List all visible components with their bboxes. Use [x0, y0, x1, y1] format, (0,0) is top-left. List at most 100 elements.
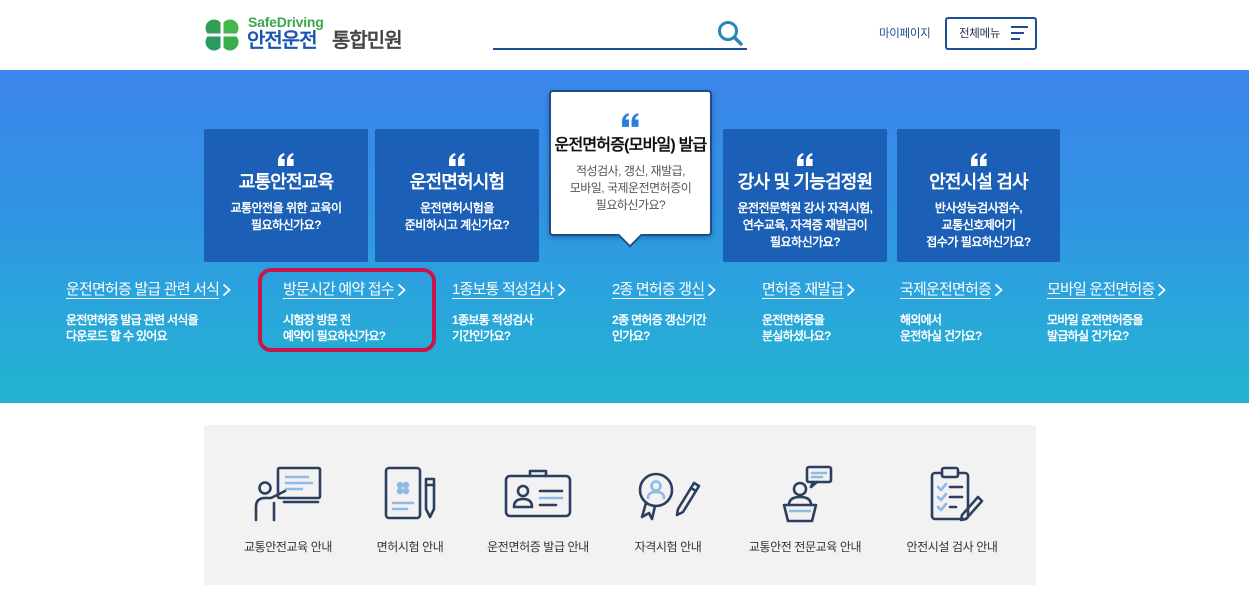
card-desc-line: 준비하시고 계신가요? — [404, 218, 510, 232]
menu-icon-line — [1011, 32, 1024, 34]
service-professional-education[interactable]: 교통안전 전문교육 안내 — [730, 465, 880, 555]
card-instructor-examiner[interactable]: 강사 및 기능검정원 운전전문학원 강사 자격시험, 연수교육, 자격증 재발급… — [723, 129, 887, 262]
quicklink-title-text: 모바일 운전면허증 — [1047, 281, 1155, 298]
card-title: 안전시설 검사 — [929, 172, 1029, 192]
quicklink-title-text: 국제운전면허증 — [900, 281, 992, 298]
quicklink-visit-reservation[interactable]: 방문시간 예약 접수 시험장 방문 전 예약이 필요하신가요? — [283, 279, 406, 344]
card-desc-line: 운전면허시험을 — [420, 201, 494, 215]
card-desc-line: 반사성능검사접수, — [934, 201, 1023, 215]
quicklink-class1-aptitude-test[interactable]: 1종보통 적성검사 1종보통 적성검사 기간인가요? — [452, 279, 566, 344]
quicklink-desc-line: 운전면허증을 — [762, 313, 825, 327]
card-license-issuance-active[interactable]: 운전면허증(모바일) 발급 적성검사, 갱신, 재발급, 모바일, 국제운전면허… — [549, 90, 712, 248]
service-label: 안전시설 검사 안내 — [906, 540, 998, 554]
quicklink-license-reissue[interactable]: 면허증 재발급 운전면허증을 분실하셨나요? — [762, 279, 856, 344]
quicklink-title-text: 1종보통 적성검사 — [452, 281, 555, 298]
quicklink-description: 해외에서 운전하실 건가요? — [900, 312, 1003, 344]
quicklink-title-text: 2종 면허증 갱신 — [612, 281, 705, 298]
card-desc-line: 접수가 필요하신가요? — [926, 235, 1031, 249]
card-title: 교통안전교육 — [238, 172, 334, 192]
card-title: 운전면허증(모바일) 발급 — [554, 137, 708, 154]
certificate-pen-icon — [638, 472, 701, 521]
card-title: 강사 및 기능검정원 — [737, 172, 873, 192]
quote-icon — [723, 153, 887, 167]
quicklink-title: 모바일 운전면허증 — [1047, 279, 1167, 301]
card-safety-facility-inspection[interactable]: 안전시설 검사 반사성능검사접수, 교통신호제어기 접수가 필요하신가요? — [897, 129, 1060, 262]
chevron-right-icon — [397, 283, 406, 297]
quote-icon — [897, 153, 1060, 167]
quicklink-desc-line: 인가요? — [612, 329, 650, 343]
chevron-right-icon — [1158, 283, 1167, 297]
speech-bubble-pointer — [617, 222, 643, 248]
card-desc-line: 교통안전을 위한 교육이 — [230, 201, 342, 215]
card-desc-line: 필요하신가요? — [250, 218, 322, 232]
quicklink-desc-line: 다운로드 할 수 있어요 — [66, 329, 168, 343]
license-card-icon — [504, 469, 572, 518]
menu-icon-line — [1011, 26, 1028, 28]
quicklink-title: 국제운전면허증 — [900, 279, 1003, 301]
quicklink-title: 운전면허증 발급 관련 서식 — [66, 279, 231, 301]
quicklink-desc-line: 시험장 방문 전 — [283, 313, 351, 327]
quicklink-desc-line: 운전하실 건가요? — [900, 329, 982, 343]
service-label: 교통안전 전문교육 안내 — [748, 540, 862, 554]
service-license-issuance[interactable]: 운전면허증 발급 안내 — [463, 465, 613, 555]
card-description: 교통안전을 위한 교육이 필요하신가요? — [204, 200, 368, 234]
quicklink-international-license[interactable]: 국제운전면허증 해외에서 운전하실 건가요? — [900, 279, 1003, 344]
quicklink-class2-renewal[interactable]: 2종 면허증 갱신 2종 면허증 갱신기간 인가요? — [612, 279, 717, 344]
quicklink-title-text: 면허증 재발급 — [762, 281, 844, 298]
quicklink-mobile-license[interactable]: 모바일 운전면허증 모바일 운전면허증을 발급하실 건가요? — [1047, 279, 1167, 344]
exam-document-pen-icon — [384, 466, 436, 520]
all-menu-label: 전체메뉴 — [959, 28, 1001, 40]
mypage-link[interactable]: 마이페이지 — [879, 26, 931, 42]
card-desc-line: 교통신호제어기 — [941, 218, 1016, 232]
card-traffic-safety-education[interactable]: 교통안전교육 교통안전을 위한 교육이 필요하신가요? — [204, 129, 368, 262]
quicklink-desc-line: 분실하셨나요? — [762, 329, 831, 343]
card-driver-license-test[interactable]: 운전면허시험 운전면허시험을 준비하시고 계신가요? — [375, 129, 539, 262]
chevron-right-icon — [994, 283, 1003, 297]
card-desc-line: 필요하신가요? — [595, 198, 666, 212]
card-desc-line: 필요하신가요? — [769, 235, 841, 249]
quicklink-desc-line: 발급하실 건가요? — [1047, 329, 1129, 343]
card-description: 운전면허시험을 준비하시고 계신가요? — [375, 200, 539, 234]
quicklink-desc-line: 모바일 운전면허증을 — [1047, 313, 1143, 327]
quicklink-title: 2종 면허증 갱신 — [612, 279, 717, 301]
quicklink-description: 2종 면허증 갱신기간 인가요? — [612, 312, 716, 344]
all-menu-button[interactable]: 전체메뉴 — [945, 17, 1037, 50]
quicklink-title: 면허증 재발급 — [762, 279, 856, 301]
quicklink-title-text: 운전면허증 발급 관련 서식 — [66, 281, 220, 298]
service-label: 운전면허증 발급 안내 — [487, 540, 589, 554]
quicklink-desc-line: 기간인가요? — [452, 329, 511, 343]
card-desc-line: 운전전문학원 강사 자격시험, — [737, 201, 873, 215]
service-safety-facility-inspection[interactable]: 안전시설 검사 안내 — [877, 465, 1027, 555]
quote-icon — [204, 153, 368, 167]
service-qualification-exam[interactable]: 자격시험 안내 — [593, 465, 743, 555]
quicklink-desc-line: 2종 면허증 갱신기간 — [612, 313, 707, 327]
quicklink-description: 시험장 방문 전 예약이 필요하신가요? — [283, 312, 406, 344]
quote-icon — [375, 153, 539, 167]
quicklink-desc-line: 해외에서 — [900, 313, 942, 327]
quicklink-description: 운전면허증을 분실하셨나요? — [762, 312, 855, 344]
quicklink-license-forms[interactable]: 운전면허증 발급 관련 서식 운전면허증 발급 관련 서식을 다운로드 할 수 … — [66, 279, 231, 344]
card-desc-line: 모바일, 국제운전면허증이 — [569, 181, 692, 195]
quicklink-desc-line: 1종보통 적성검사 — [452, 313, 534, 327]
search-button[interactable] — [716, 19, 744, 47]
quicklink-desc-line: 운전면허증 발급 관련 서식을 — [66, 313, 199, 327]
chevron-right-icon — [223, 283, 231, 297]
quicklink-description: 모바일 운전면허증을 발급하실 건가요? — [1047, 312, 1166, 344]
quote-icon — [551, 113, 710, 128]
service-label: 자격시험 안내 — [634, 540, 702, 554]
chevron-right-icon — [708, 283, 717, 297]
site-logo[interactable]: SafeDriving 안전운전 통합민원 — [204, 14, 419, 56]
clover-logo-icon — [204, 19, 240, 51]
speaker-podium-icon — [782, 465, 833, 523]
quicklink-description: 운전면허증 발급 관련 서식을 다운로드 할 수 있어요 — [66, 312, 231, 344]
quicklink-description: 1종보통 적성검사 기간인가요? — [452, 312, 566, 344]
card-description: 반사성능검사접수, 교통신호제어기 접수가 필요하신가요? — [897, 200, 1060, 251]
checklist-clipboard-icon — [930, 466, 984, 522]
card-desc-line: 연수교육, 자격증 재발급이 — [742, 218, 868, 232]
logo-service-name: 통합민원 — [332, 30, 403, 52]
quicklink-title: 1종보통 적성검사 — [452, 279, 566, 301]
card-description: 적성검사, 갱신, 재발급, 모바일, 국제운전면허증이 필요하신가요? — [551, 163, 710, 214]
search-input[interactable] — [493, 18, 709, 46]
hero-section: 교통안전교육 교통안전을 위한 교육이 필요하신가요? 운전면허시험 운전면허시… — [0, 70, 1249, 403]
quicklink-title-text: 방문시간 예약 접수 — [283, 281, 395, 298]
